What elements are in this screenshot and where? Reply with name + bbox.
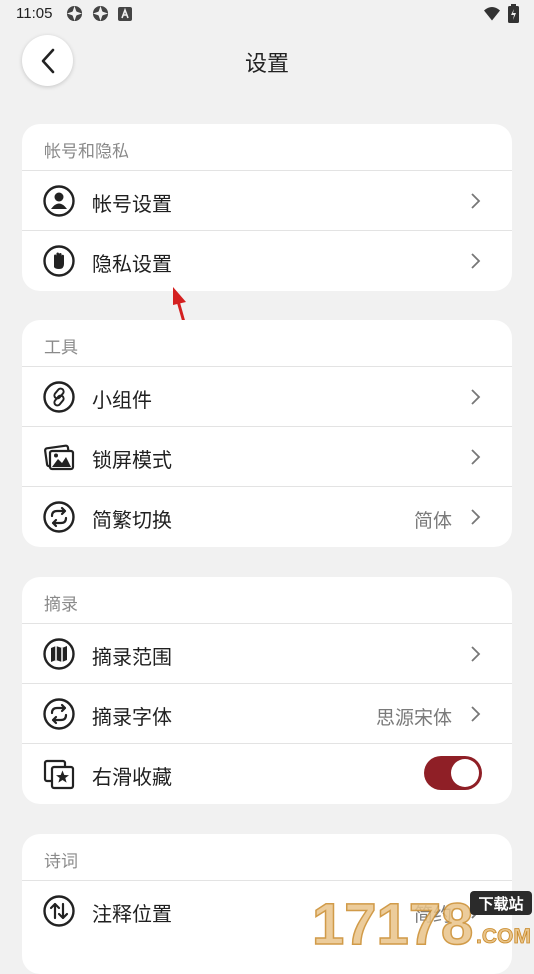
toggle-knob	[451, 759, 479, 787]
battery-icon	[508, 4, 519, 23]
settings-row-excerpt-font[interactable]: 摘录字体 思源宋体	[22, 684, 512, 744]
row-label: 隐私设置	[92, 252, 172, 276]
settings-row-privacy[interactable]: 隐私设置	[22, 231, 512, 291]
status-time: 11:05	[16, 5, 53, 22]
chevron-right-icon	[471, 706, 481, 722]
person-icon	[43, 185, 75, 217]
watermark-logo: 17178 下载站 .COM	[311, 891, 532, 950]
chevron-right-icon	[471, 449, 481, 465]
swap-vertical-icon	[43, 895, 75, 927]
section-title: 帐号和隐私	[22, 124, 512, 171]
watermark-badge: 下载站	[478, 895, 523, 913]
wifi-icon	[484, 7, 500, 21]
chevron-right-icon	[471, 646, 481, 662]
chevron-right-icon	[471, 389, 481, 405]
swipe-favorite-toggle[interactable]	[424, 756, 482, 790]
chevron-right-icon	[471, 509, 481, 525]
row-label: 摘录范围	[92, 645, 172, 669]
settings-row-account[interactable]: 帐号设置	[22, 171, 512, 231]
section-tools: 工具 小组件 锁屏模式 简繁切换 简体	[22, 320, 512, 547]
row-label: 锁屏模式	[92, 448, 172, 472]
row-value: 思源宋体	[375, 707, 452, 729]
row-label: 小组件	[92, 388, 152, 412]
link-icon	[43, 381, 75, 413]
section-title: 摘录	[22, 577, 512, 624]
app-notification-icon	[92, 5, 109, 22]
chevron-right-icon	[471, 253, 481, 269]
row-label: 摘录字体	[92, 705, 172, 729]
settings-row-swipe-favorite: 右滑收藏	[22, 744, 512, 804]
row-value: 简体	[413, 510, 452, 532]
star-card-icon	[43, 759, 75, 790]
app-notification-icon	[66, 5, 83, 22]
header: 设置	[0, 28, 534, 94]
watermark-text: 17178	[312, 892, 473, 950]
hand-icon	[43, 245, 75, 277]
sync-icon	[43, 698, 75, 730]
settings-row-widget[interactable]: 小组件	[22, 367, 512, 427]
status-bar: 11:05	[0, 0, 534, 28]
watermark-domain: .COM	[476, 925, 531, 948]
sync-icon	[43, 501, 75, 533]
section-account-privacy: 帐号和隐私 帐号设置 隐私设置	[22, 124, 512, 291]
row-label: 简繁切换	[92, 508, 172, 532]
settings-row-lockscreen[interactable]: 锁屏模式	[22, 427, 512, 487]
row-label: 右滑收藏	[92, 765, 172, 789]
section-title: 诗词	[22, 834, 512, 881]
font-a-icon	[118, 7, 132, 21]
row-label: 帐号设置	[92, 192, 172, 216]
row-label: 注释位置	[92, 902, 172, 926]
chevron-right-icon	[471, 193, 481, 209]
settings-row-simplified-traditional[interactable]: 简繁切换 简体	[22, 487, 512, 547]
images-icon	[44, 444, 75, 471]
settings-row-excerpt-range[interactable]: 摘录范围	[22, 624, 512, 684]
page-title: 设置	[244, 52, 289, 77]
section-title: 工具	[22, 320, 512, 367]
section-excerpt: 摘录 摘录范围 摘录字体 思源宋体 右滑收藏	[22, 577, 512, 804]
map-icon	[43, 638, 75, 670]
